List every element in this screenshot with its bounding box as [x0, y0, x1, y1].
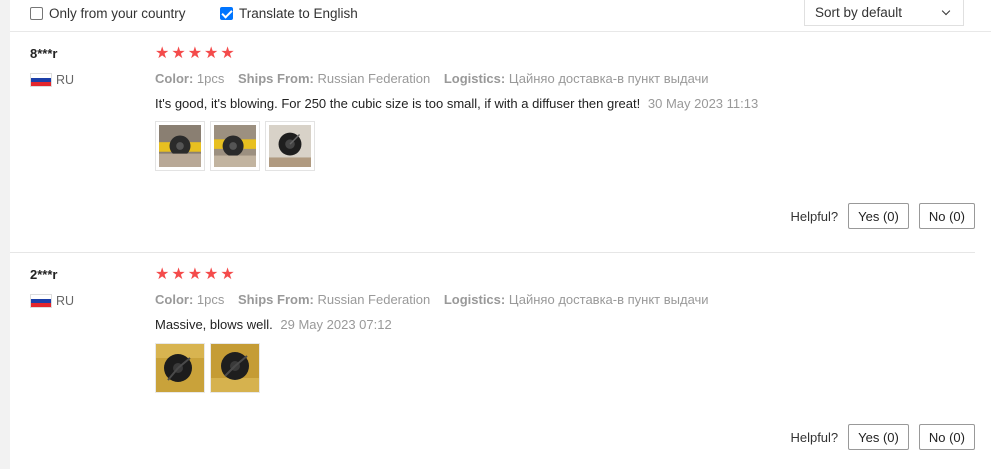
logistics-label: Logistics:: [443, 292, 506, 307]
review-photos: [155, 121, 315, 171]
color-value: 1pcs: [196, 292, 225, 307]
review-photo-thumbnail[interactable]: [155, 121, 205, 171]
star-icon: ★: [155, 266, 170, 283]
helpful-section: Helpful? Yes (0) No (0): [790, 424, 975, 450]
logistics-label: Logistics:: [443, 71, 506, 86]
star-icon: ★: [220, 45, 235, 62]
russia-flag-icon: [30, 73, 52, 87]
color-label: Color:: [155, 71, 194, 86]
review-date: 30 May 2023 11:13: [647, 96, 759, 111]
review-photos: [155, 343, 260, 393]
helpful-yes-button[interactable]: Yes (0): [848, 424, 909, 450]
helpful-section: Helpful? Yes (0) No (0): [790, 203, 975, 229]
only-country-checkbox[interactable]: [30, 6, 43, 20]
star-icon: ★: [220, 266, 235, 283]
star-icon: ★: [187, 266, 203, 283]
star-icon: ★: [155, 45, 170, 62]
review-photo-thumbnail[interactable]: [210, 121, 260, 171]
ships-from-label: Ships From:: [238, 292, 314, 307]
helpful-no-button[interactable]: No (0): [918, 424, 975, 450]
translate-filter[interactable]: Translate to English: [220, 5, 358, 21]
color-value: 1pcs: [196, 71, 225, 86]
helpful-yes-button[interactable]: Yes (0): [848, 203, 909, 229]
filter-bar: Only from your country Translate to Engl…: [10, 0, 991, 32]
only-country-label: Only from your country: [49, 5, 186, 21]
star-icon: ★: [204, 266, 219, 283]
country-code: RU: [56, 294, 75, 308]
helpful-no-button[interactable]: No (0): [918, 203, 975, 229]
review-item: 8***r RU ★ ★ ★ ★ ★ Color: 1pcs Ships Fro…: [10, 33, 975, 253]
country-code: RU: [56, 73, 75, 87]
review-photo-thumbnail[interactable]: [155, 343, 205, 393]
star-icon: ★: [204, 45, 219, 62]
review-photo-thumbnail[interactable]: [265, 121, 315, 171]
review-item: 2***r RU ★ ★ ★ ★ ★ Color: 1pcs Ships Fro…: [10, 254, 975, 469]
review-meta: Color: 1pcs Ships From: Russian Federati…: [155, 292, 719, 307]
sort-value: Sort by default: [815, 5, 903, 20]
chevron-down-icon: [941, 6, 951, 15]
review-content: It's good, it's blowing. For 250 the cub…: [155, 96, 758, 111]
translate-label: Translate to English: [239, 5, 358, 21]
sort-dropdown[interactable]: Sort by default: [804, 0, 964, 26]
color-label: Color:: [155, 292, 194, 307]
helpful-label: Helpful?: [790, 429, 839, 445]
review-content: Massive, blows well. 29 May 2023 07:12: [155, 317, 392, 332]
reviewer-name: 2***r: [30, 267, 58, 282]
russia-flag-icon: [30, 294, 52, 308]
reviewer-name: 8***r: [30, 46, 58, 61]
only-country-filter[interactable]: Only from your country: [30, 5, 186, 21]
star-icon: ★: [187, 45, 203, 62]
logistics-value: Цайняо доставка-в пункт выдачи: [508, 71, 709, 86]
review-text: Massive, blows well.: [155, 317, 273, 332]
reviewer-country: RU: [30, 73, 74, 87]
ships-from-value: Russian Federation: [317, 71, 431, 86]
review-text: It's good, it's blowing. For 250 the cub…: [155, 96, 641, 111]
ships-from-label: Ships From:: [238, 71, 314, 86]
ships-from-value: Russian Federation: [317, 292, 431, 307]
review-photo-thumbnail[interactable]: [210, 343, 260, 393]
star-icon: ★: [171, 266, 186, 283]
helpful-label: Helpful?: [790, 208, 839, 224]
reviewer-country: RU: [30, 294, 74, 308]
star-icon: ★: [171, 45, 186, 62]
left-gutter: [0, 0, 10, 469]
star-rating: ★ ★ ★ ★ ★: [155, 267, 235, 283]
review-meta: Color: 1pcs Ships From: Russian Federati…: [155, 71, 719, 86]
translate-checkbox[interactable]: [220, 6, 233, 20]
review-date: 29 May 2023 07:12: [280, 317, 392, 332]
logistics-value: Цайняо доставка-в пункт выдачи: [508, 292, 709, 307]
star-rating: ★ ★ ★ ★ ★: [155, 46, 235, 62]
